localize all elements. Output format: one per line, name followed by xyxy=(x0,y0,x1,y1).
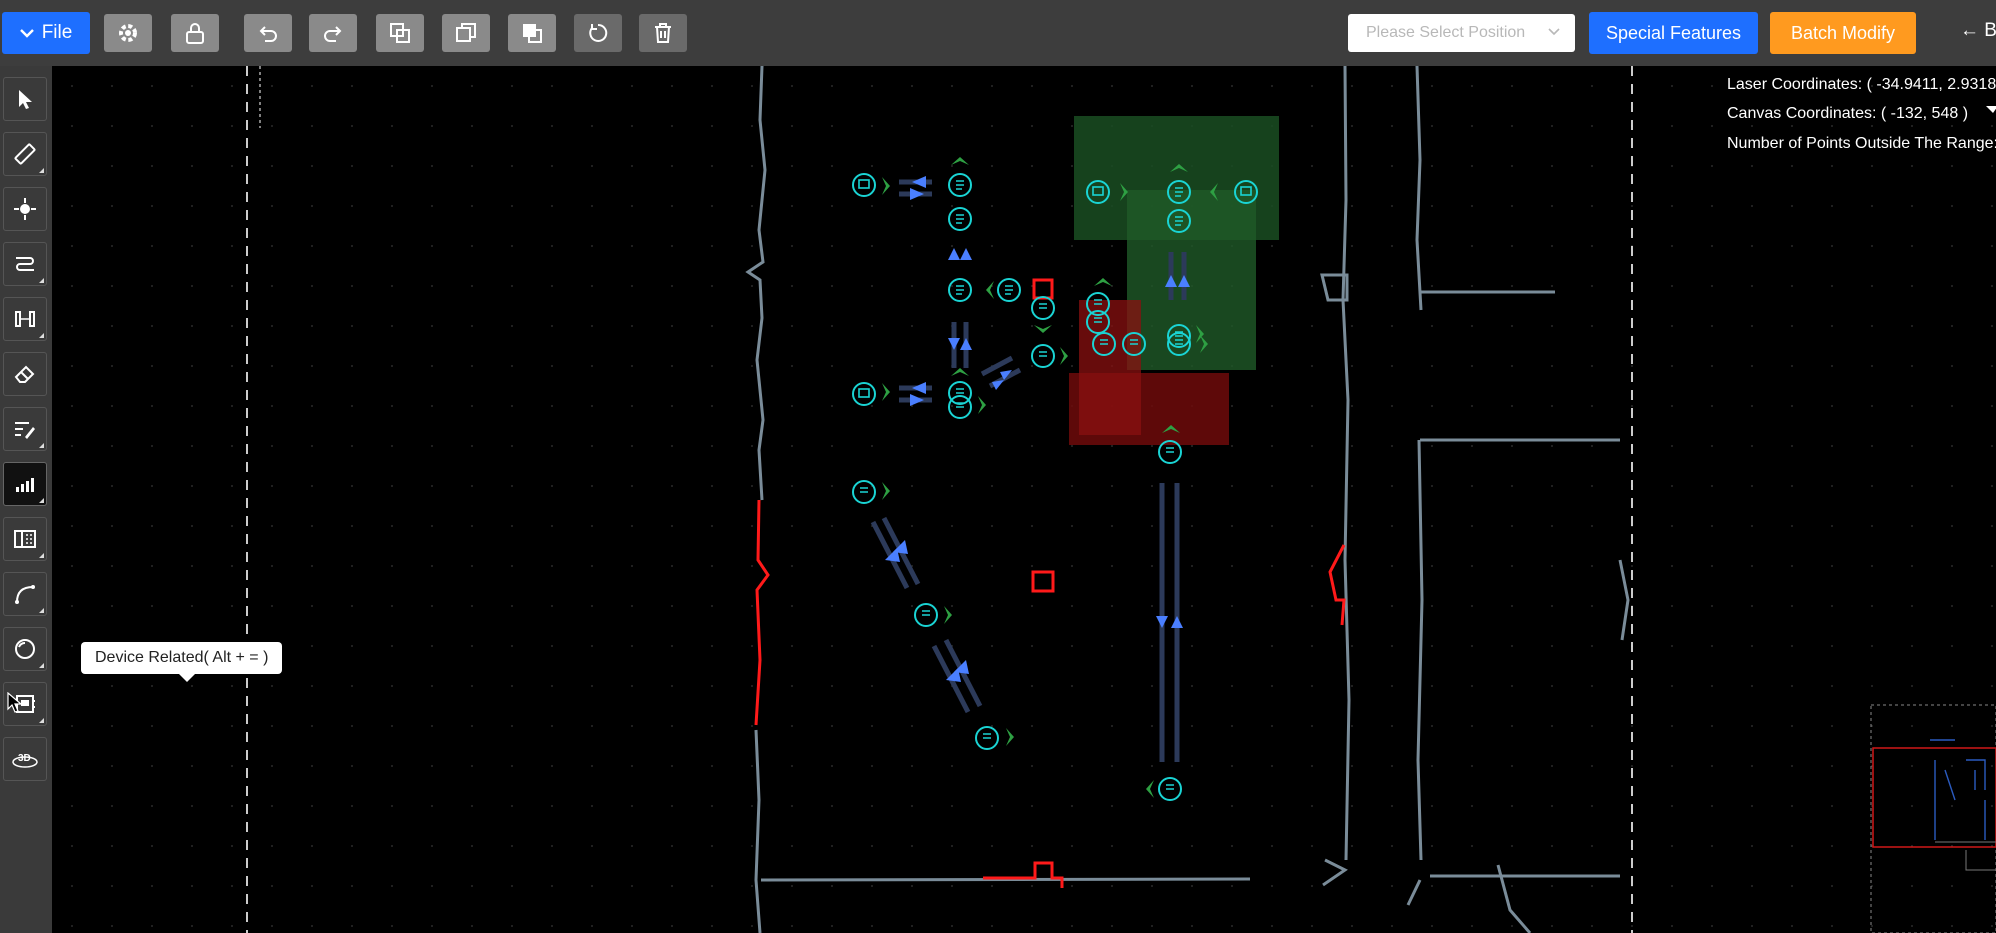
point-tool-button[interactable] xyxy=(3,187,47,231)
eraser-icon xyxy=(14,365,35,383)
svg-text:3D: 3D xyxy=(18,753,31,764)
laser-coordinates: Laser Coordinates: ( -34.9411, 2.9318 ) xyxy=(1727,76,1996,93)
reset-button[interactable] xyxy=(574,14,622,52)
duplicate-icon xyxy=(456,23,476,42)
region-tool-button[interactable] xyxy=(3,517,47,561)
eraser-tool-button[interactable] xyxy=(3,352,47,396)
canvas-coordinates: Canvas Coordinates: ( -132, 548 ) xyxy=(1727,105,1969,122)
settings-icon xyxy=(119,24,137,42)
measure-tool-button[interactable] xyxy=(3,132,47,176)
point-icon xyxy=(14,198,36,220)
position-select[interactable]: Please Select Position xyxy=(1348,14,1575,52)
trash-icon xyxy=(655,23,671,43)
points-outside-range: Number of Points Outside The Range: 0 xyxy=(1727,135,1996,152)
delete-button[interactable] xyxy=(639,14,687,52)
map-drawing xyxy=(246,66,1996,933)
map-canvas[interactable] xyxy=(52,66,1996,933)
copy-icon xyxy=(390,23,410,43)
undo-icon xyxy=(259,26,277,42)
route-tool-button[interactable] xyxy=(3,242,47,286)
chevron-down-icon xyxy=(19,29,34,38)
copy-button[interactable] xyxy=(376,14,424,52)
back-link[interactable]: ← B xyxy=(1960,20,1996,42)
collapse-info-icon[interactable] xyxy=(1986,106,1996,118)
lock-button[interactable] xyxy=(171,14,219,52)
batch-modify-button[interactable]: Batch Modify xyxy=(1770,12,1916,54)
position-select-placeholder: Please Select Position xyxy=(1366,24,1526,41)
file-menu-button[interactable]: File xyxy=(2,12,90,54)
edit-path-icon xyxy=(15,422,35,439)
pointer-icon xyxy=(19,90,32,109)
file-menu-label: File xyxy=(41,22,73,43)
reset-icon xyxy=(589,23,608,42)
settings-button[interactable] xyxy=(104,14,152,52)
obstacles xyxy=(754,278,1346,888)
undo-button[interactable] xyxy=(244,14,292,52)
layers-icon xyxy=(523,24,542,43)
minimap xyxy=(1870,704,1996,933)
redo-icon xyxy=(324,26,342,42)
redo-button[interactable] xyxy=(309,14,357,52)
lock-icon xyxy=(186,23,204,44)
boundary-lines xyxy=(246,66,1633,933)
gate-tool-button[interactable] xyxy=(3,297,47,341)
curve-icon xyxy=(15,585,35,604)
device-related-tooltip: Device Related( Alt + = ) xyxy=(81,642,283,682)
select-tool-button[interactable] xyxy=(3,77,47,121)
chevron-down-icon xyxy=(1548,28,1560,36)
edit-path-tool-button[interactable] xyxy=(3,407,47,451)
curve-tool-button[interactable] xyxy=(3,572,47,616)
region-icon xyxy=(14,530,36,548)
duplicate-button[interactable] xyxy=(442,14,490,52)
signal-tool-button[interactable] xyxy=(3,462,47,506)
circle-tool-button[interactable] xyxy=(3,627,47,671)
special-features-button[interactable]: Special Features xyxy=(1589,12,1758,54)
3d-view-button[interactable]: 3D xyxy=(3,737,47,781)
signal-icon xyxy=(16,478,34,492)
gate-icon xyxy=(15,311,35,327)
circle-icon xyxy=(15,639,35,659)
top-toolbar: File Please Select Position Special Feat… xyxy=(0,0,1996,67)
tooltip-text: Device Related( Alt + = ) xyxy=(95,649,269,666)
layers-button[interactable] xyxy=(508,14,556,52)
3d-view-icon: 3D xyxy=(12,753,38,768)
route-icon xyxy=(16,257,34,271)
mouse-cursor-icon xyxy=(7,692,23,713)
tool-sidebar: 3D xyxy=(0,66,53,933)
ruler-icon xyxy=(14,143,36,165)
